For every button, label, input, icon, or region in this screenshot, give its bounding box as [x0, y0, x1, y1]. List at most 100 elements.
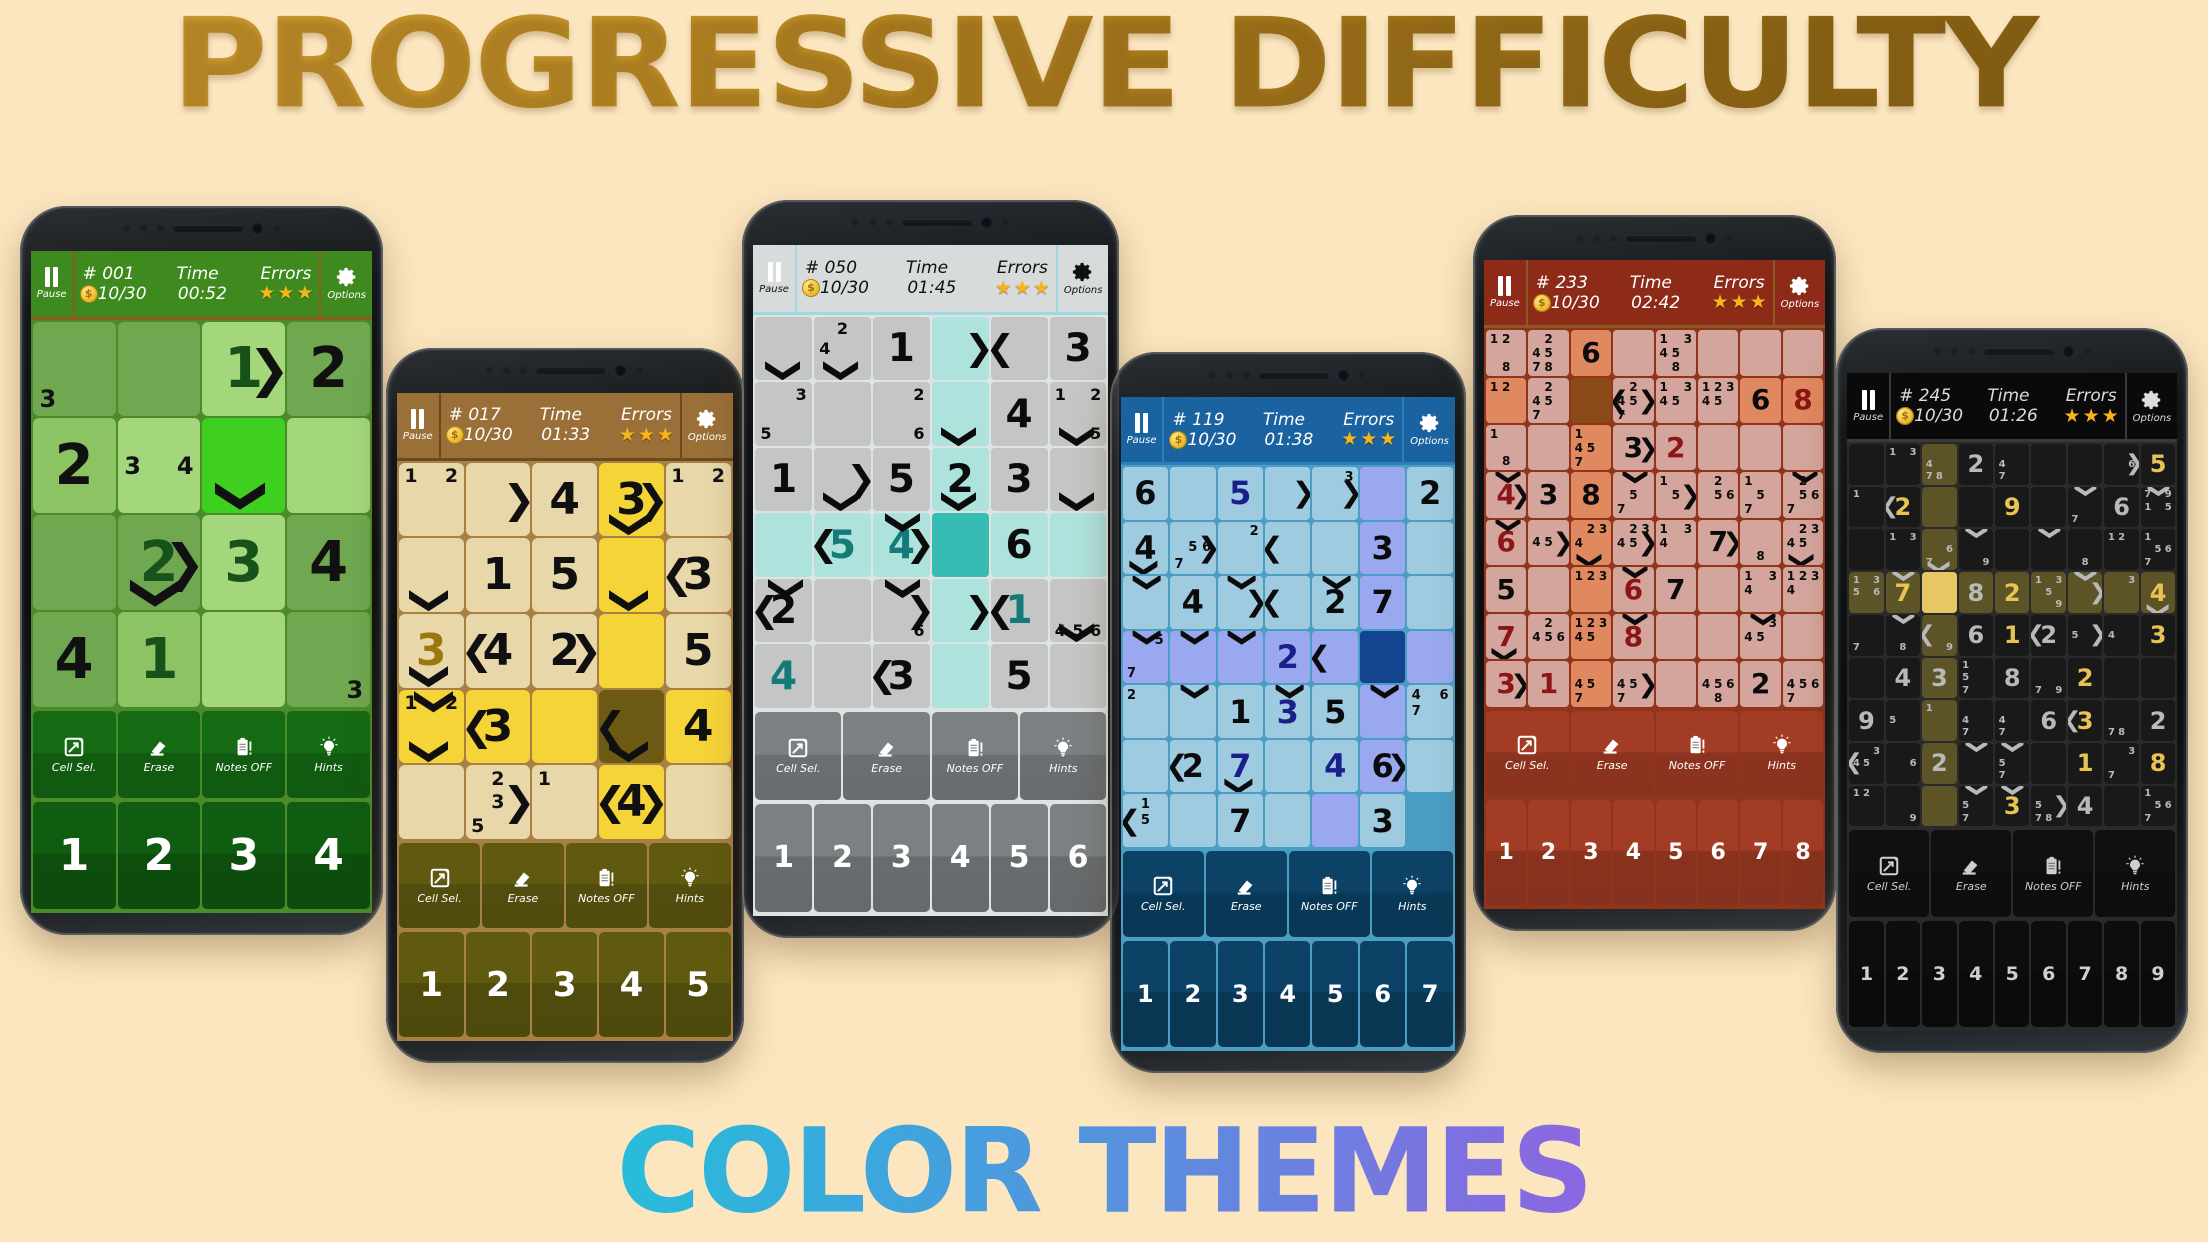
grid-cell[interactable]: 2❮	[1885, 486, 1921, 528]
grid-cell[interactable]: 8 ❮	[1885, 614, 1921, 656]
number-key-7[interactable]: 7	[1740, 799, 1781, 905]
grid-cell[interactable]: 5	[990, 644, 1048, 708]
pause-button[interactable]: Pause	[1847, 373, 1892, 440]
grid-cell[interactable]: 1	[1217, 685, 1264, 738]
grid-cell[interactable]: 3	[1528, 472, 1569, 518]
grid-cell[interactable]: 8	[1958, 572, 1994, 613]
grid-cell[interactable]: 8	[2067, 529, 2103, 571]
grid-cell[interactable]: ❮	[1312, 630, 1358, 684]
number-key-6[interactable]: 6	[1049, 803, 1107, 912]
grid-cell[interactable]: 6	[1570, 330, 1612, 376]
grid-cell[interactable]: 457❯	[1613, 661, 1654, 707]
grid-cell[interactable]: 4 6 7	[1407, 685, 1453, 738]
grid-cell[interactable]: 2457❮❯	[1613, 377, 1654, 424]
grid-cell[interactable]	[1407, 630, 1453, 684]
number-key-3[interactable]: 3	[202, 802, 286, 909]
number-key-5[interactable]: 5	[1995, 921, 2030, 1028]
grid-cell[interactable]: ❯	[398, 538, 464, 613]
grid-cell[interactable]: 37	[2104, 742, 2139, 784]
grid-cell[interactable]: 2 5 6 7 ❮	[1782, 472, 1824, 518]
grid-cell[interactable]: 3	[1359, 521, 1406, 575]
number-key-5[interactable]: 5	[665, 932, 731, 1038]
pause-button[interactable]: Pause	[31, 250, 75, 317]
grid-cell[interactable]: 12	[1485, 377, 1527, 424]
grid-cell[interactable]: 2	[2067, 657, 2103, 699]
number-key-7[interactable]: 7	[1407, 941, 1453, 1047]
grid-cell[interactable]	[1049, 513, 1107, 577]
grid-cell[interactable]	[1407, 739, 1453, 793]
number-key-3[interactable]: 3	[532, 932, 598, 1038]
grid-cell[interactable]: 457	[1570, 661, 1612, 707]
grid-cell[interactable]: 78	[2104, 700, 2139, 741]
number-key-5[interactable]: 5	[1312, 941, 1358, 1047]
grid-cell[interactable]	[1049, 644, 1107, 708]
cell-select-button[interactable]: Cell Sel.	[755, 711, 842, 800]
grid-cell[interactable]: ❯❮	[1217, 576, 1264, 629]
grid-cell[interactable]: 3❮	[1995, 785, 2030, 827]
notes-clipboard-button[interactable]: Notes OFF	[931, 711, 1019, 800]
grid-cell[interactable]	[813, 644, 871, 708]
grid-cell[interactable]: 7	[1359, 576, 1406, 629]
grid-cell[interactable]: 3❯❯	[599, 462, 664, 537]
grid-cell[interactable]: 9❮	[1958, 529, 1994, 571]
grid-cell[interactable]: 4❯❮	[1485, 472, 1527, 518]
grid-cell[interactable]: 2	[1217, 521, 1264, 575]
grid-cell[interactable]: 3❯	[1312, 467, 1358, 520]
grid-cell[interactable]: 1234	[1782, 566, 1824, 613]
notes-clipboard-button[interactable]: Notes OFF	[1288, 851, 1370, 937]
grid-cell[interactable]: 157	[1958, 657, 1994, 699]
grid-cell[interactable]: 7	[1655, 566, 1696, 613]
grid-cell[interactable]: 12 8	[1485, 330, 1527, 376]
grid-cell[interactable]	[1528, 425, 1569, 471]
grid-cell[interactable]: 12	[398, 462, 464, 537]
grid-cell[interactable]: 34	[117, 418, 201, 514]
grid-cell[interactable]	[117, 321, 201, 417]
eraser-button[interactable]: Erase	[843, 711, 930, 800]
grid-cell[interactable]: 2❯	[931, 447, 989, 512]
grid-cell[interactable]: 1	[872, 316, 930, 381]
grid-cell[interactable]	[1312, 794, 1358, 847]
grid-cell[interactable]: 1	[2067, 742, 2103, 784]
grid-cell[interactable]: 6 7 ❯	[1922, 529, 1957, 571]
grid-cell[interactable]: 2	[1995, 572, 2030, 613]
options-button[interactable]: Options	[1402, 397, 1455, 463]
grid-cell[interactable]: 3❮	[872, 644, 930, 708]
grid-cell[interactable]: 3	[1049, 316, 1107, 381]
grid-cell[interactable]: ❯❯	[813, 447, 871, 512]
grid-cell[interactable]: 12345	[1697, 377, 1739, 424]
grid-cell[interactable]: 2	[1407, 467, 1453, 520]
notes-clipboard-button[interactable]: Notes OFF	[202, 711, 286, 798]
pause-button[interactable]: Pause	[753, 244, 797, 312]
lightbulb-hint-button[interactable]: Hints	[649, 843, 731, 929]
grid-cell[interactable]: ❮	[1170, 630, 1216, 684]
grid-cell[interactable]: 2 4 ❯	[813, 316, 871, 381]
grid-cell[interactable]: 2456	[1528, 614, 1569, 660]
grid-cell[interactable]: 4	[2104, 614, 2139, 656]
grid-cell[interactable]: 6	[1958, 614, 1994, 656]
grid-cell[interactable]: 24578	[1528, 330, 1569, 376]
eraser-button[interactable]: Erase	[117, 711, 201, 798]
grid-cell[interactable]	[1122, 739, 1169, 793]
grid-cell[interactable]: 1	[117, 612, 201, 707]
grid-cell[interactable]: 5	[1485, 566, 1527, 613]
grid-cell[interactable]	[1958, 486, 1994, 528]
grid-cell[interactable]: 1	[1849, 486, 1884, 528]
grid-cell[interactable]	[755, 513, 812, 577]
grid-cell[interactable]	[931, 513, 989, 577]
number-key-4[interactable]: 4	[1265, 941, 1311, 1047]
grid-cell[interactable]: 2❮❮	[755, 578, 812, 643]
grid-cell[interactable]	[1922, 785, 1957, 827]
grid-cell[interactable]: 7❯	[1485, 614, 1527, 660]
lightbulb-hint-button[interactable]: Hints	[287, 711, 370, 798]
grid-cell[interactable]	[1849, 657, 1884, 699]
pause-button[interactable]: Pause	[1484, 260, 1528, 326]
grid-cell[interactable]: 6	[990, 513, 1048, 577]
number-key-3[interactable]: 3	[1922, 921, 1957, 1028]
grid-cell[interactable]: 4	[1885, 657, 1921, 699]
grid-cell[interactable]: 45❯	[1528, 519, 1569, 565]
grid-cell[interactable]	[1697, 566, 1739, 613]
grid-cell[interactable]	[1359, 467, 1406, 520]
grid-cell[interactable]: ❮	[1170, 685, 1216, 738]
grid-cell[interactable]: ❯	[1049, 447, 1107, 512]
grid-cell[interactable]: 12	[665, 462, 731, 537]
